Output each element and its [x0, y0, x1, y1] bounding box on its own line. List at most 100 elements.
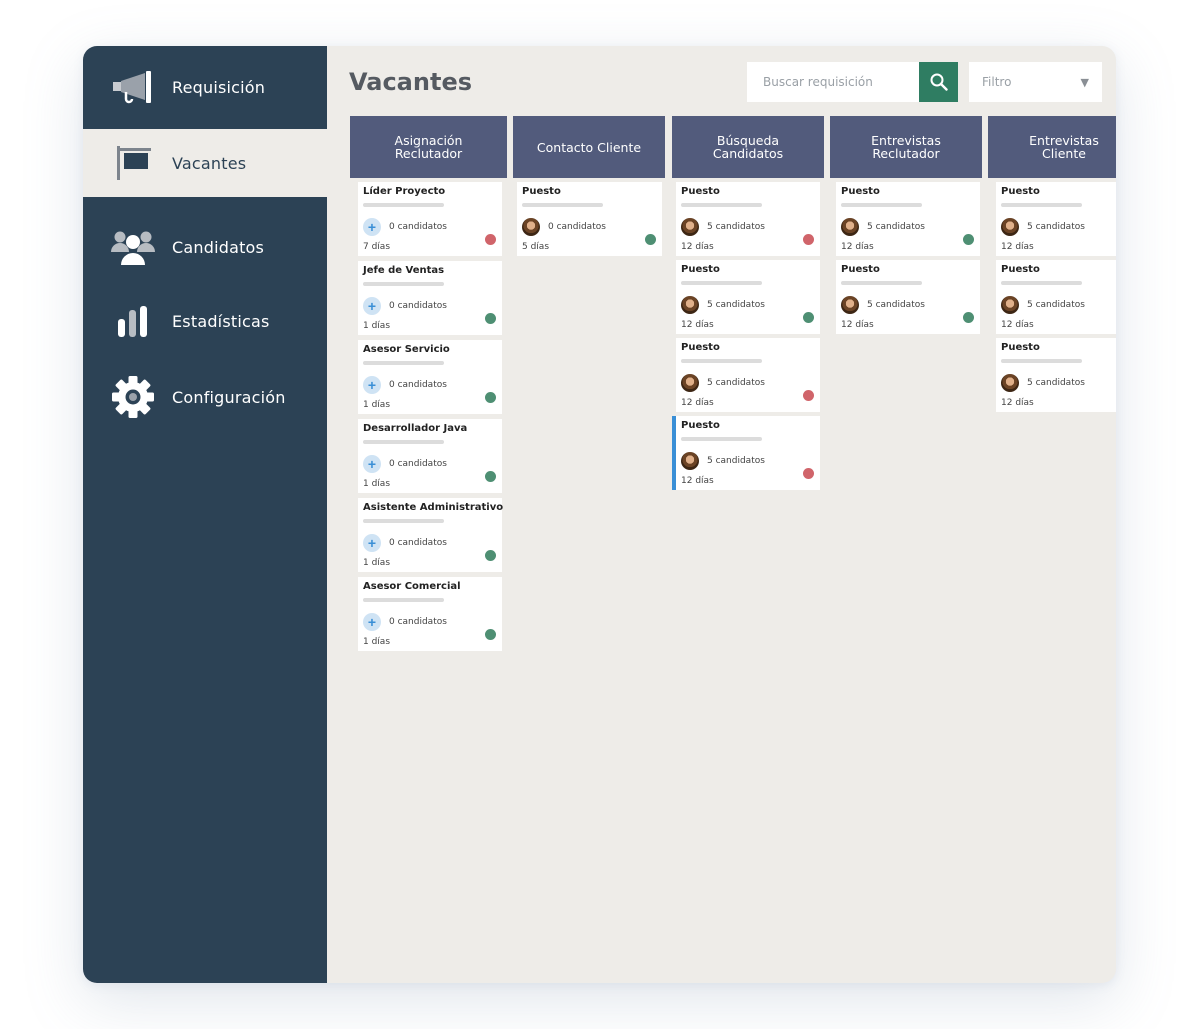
status-dot [485, 313, 496, 324]
status-dot [963, 312, 974, 323]
card-progress-placeholder [522, 203, 603, 207]
status-dot [803, 234, 814, 245]
card-progress-placeholder [1001, 359, 1082, 363]
card-progress-placeholder [363, 282, 444, 286]
candidate-count: 0 candidatos [389, 301, 447, 311]
search-icon [930, 73, 948, 91]
avatar [681, 374, 699, 392]
search-button[interactable] [919, 62, 958, 102]
card-title: Asistente Administrativo [363, 502, 504, 513]
candidate-count: 0 candidatos [389, 459, 447, 469]
card-progress-placeholder [841, 281, 922, 285]
vacancy-card[interactable]: Asesor Servicio +0 candidatos 1 días [358, 340, 502, 414]
card-title: Desarrollador Java [363, 423, 468, 434]
candidate-count: 0 candidatos [389, 538, 447, 548]
candidate-count: 0 candidatos [389, 617, 447, 627]
sidebar-item-configuracion[interactable]: Configuración [83, 374, 327, 420]
days-open: 5 días [522, 242, 550, 252]
card-progress-placeholder [363, 440, 444, 444]
candidate-count: 5 candidatos [707, 300, 765, 310]
avatar [1001, 218, 1019, 236]
vacancy-card[interactable]: Puesto 5 candidatos 12 días [996, 182, 1116, 256]
add-candidate-icon[interactable]: + [363, 455, 381, 473]
card-progress-placeholder [681, 203, 762, 207]
flag-sign-icon [108, 144, 158, 182]
main-content: Vacantes Filtro ▼ Asignación Reclutador L… [327, 46, 1116, 983]
status-dot [963, 234, 974, 245]
candidate-count: 5 candidatos [707, 456, 765, 466]
sidebar-item-vacantes[interactable]: Vacantes [83, 129, 327, 197]
add-candidate-icon[interactable]: + [363, 534, 381, 552]
vacancy-card[interactable]: Puesto 5 candidatos 12 días [676, 182, 820, 256]
vacancy-card[interactable]: Jefe de Ventas +0 candidatos 1 días [358, 261, 502, 335]
sidebar-item-label: Estadísticas [172, 311, 270, 331]
vacancy-card[interactable]: Asesor Comercial +0 candidatos 1 días [358, 577, 502, 651]
vacancy-card[interactable]: Líder Proyecto +0 candidatos 7 días [358, 182, 502, 256]
sidebar-item-label: Candidatos [172, 237, 265, 257]
vacancy-card[interactable]: Puesto 5 candidatos 12 días [996, 338, 1116, 412]
candidate-count: 5 candidatos [1027, 300, 1085, 310]
avatar [681, 452, 699, 470]
column-header: Búsqueda Candidatos [672, 116, 824, 178]
add-candidate-icon[interactable]: + [363, 613, 381, 631]
sidebar-item-requisicion[interactable]: Requisición [83, 46, 327, 128]
vacancy-card[interactable]: Puesto 5 candidatos 12 días [672, 416, 820, 490]
card-title: Puesto [681, 342, 720, 353]
vacancy-card[interactable]: Asistente Administrativo +0 candidatos 1 d… [358, 498, 504, 572]
avatar [841, 218, 859, 236]
days-open: 12 días [1001, 242, 1034, 252]
search-input[interactable] [747, 62, 919, 102]
app-window: Requisición Vacantes Candidatos Estadíst… [83, 46, 1116, 983]
column-header: Asignación Reclutador [350, 116, 507, 178]
candidate-count: 5 candidatos [707, 222, 765, 232]
vacancy-card[interactable]: Puesto 0 candidatos 5 días [517, 182, 662, 256]
filter-label: Filtro [982, 75, 1012, 89]
add-candidate-icon[interactable]: + [363, 218, 381, 236]
filter-select[interactable]: Filtro ▼ [969, 62, 1102, 102]
card-title: Puesto [1001, 264, 1040, 275]
vacancy-card[interactable]: Puesto 5 candidatos 12 días [836, 182, 980, 256]
card-progress-placeholder [841, 203, 922, 207]
candidate-count: 5 candidatos [1027, 378, 1085, 388]
vacancy-card[interactable]: Puesto 5 candidatos 12 días [996, 260, 1116, 334]
column-title: Asignación Reclutador [394, 133, 463, 161]
candidate-count: 5 candidatos [707, 378, 765, 388]
bar-chart-icon [108, 304, 158, 338]
card-title: Asesor Servicio [363, 344, 450, 355]
sidebar-item-candidatos[interactable]: Candidatos [83, 224, 327, 270]
card-progress-placeholder [363, 519, 444, 523]
status-dot [485, 471, 496, 482]
column-title: Entrevistas Reclutador [871, 133, 941, 161]
vacancy-card[interactable]: Desarrollador Java +0 candidatos 1 días [358, 419, 502, 493]
days-open: 12 días [681, 242, 714, 252]
vacancy-card[interactable]: Puesto 5 candidatos 12 días [676, 260, 820, 334]
avatar [681, 296, 699, 314]
card-progress-placeholder [1001, 203, 1082, 207]
card-title: Puesto [1001, 342, 1040, 353]
vacancy-card[interactable]: Puesto 5 candidatos 12 días [676, 338, 820, 412]
days-open: 12 días [681, 476, 714, 486]
add-candidate-icon[interactable]: + [363, 297, 381, 315]
column-header: Entrevistas Reclutador [830, 116, 982, 178]
card-progress-placeholder [681, 359, 762, 363]
card-progress-placeholder [363, 361, 444, 365]
card-title: Puesto [841, 264, 880, 275]
avatar [1001, 296, 1019, 314]
card-title: Puesto [522, 186, 561, 197]
status-dot [645, 234, 656, 245]
add-candidate-icon[interactable]: + [363, 376, 381, 394]
card-title: Líder Proyecto [363, 186, 446, 197]
days-open: 1 días [363, 400, 391, 410]
sidebar-item-estadisticas[interactable]: Estadísticas [83, 298, 327, 344]
days-open: 1 días [363, 479, 391, 489]
card-progress-placeholder [681, 437, 762, 441]
days-open: 12 días [681, 320, 714, 330]
sidebar-item-label: Requisición [172, 77, 266, 97]
sidebar: Requisición Vacantes Candidatos Estadíst… [83, 46, 327, 983]
status-dot [803, 468, 814, 479]
avatar [681, 218, 699, 236]
status-dot [485, 392, 496, 403]
card-progress-placeholder [363, 598, 444, 602]
vacancy-card[interactable]: Puesto 5 candidatos 12 días [836, 260, 980, 334]
days-open: 1 días [363, 558, 391, 568]
